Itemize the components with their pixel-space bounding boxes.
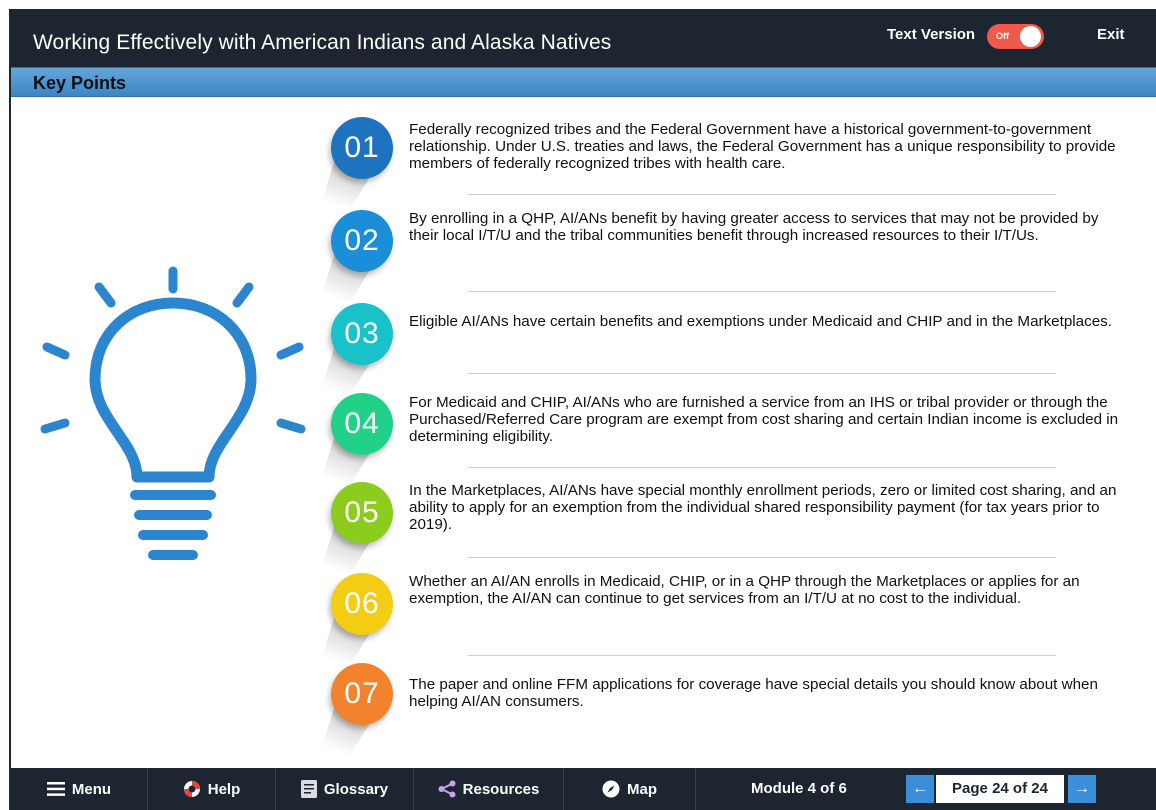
point-number-badge: 07: [331, 663, 393, 725]
point-text: Whether an AI/AN enrolls in Medicaid, CH…: [409, 573, 1080, 607]
divider: [468, 557, 1056, 558]
divider: [468, 194, 1056, 195]
resources-label: Resources: [462, 780, 540, 798]
help-button[interactable]: Help: [148, 768, 276, 810]
point-number-badge: 01: [331, 117, 393, 179]
map-button[interactable]: Map: [564, 768, 696, 810]
point-text: The paper and online FFM applications fo…: [409, 676, 1098, 710]
help-label: Help: [207, 780, 241, 798]
point-text: For Medicaid and CHIP, AI/ANs who are fu…: [409, 394, 1119, 445]
share-icon: [438, 780, 456, 798]
point-number-badge: 04: [331, 393, 393, 455]
footer-nav: Menu Help Glossary Resources Map Module …: [11, 768, 1156, 810]
next-page-button[interactable]: →: [1068, 775, 1096, 803]
point-text: In the Marketplaces, AI/ANs have special…: [409, 482, 1117, 533]
course-title: Working Effectively with American Indian…: [33, 31, 612, 54]
resources-button[interactable]: Resources: [414, 768, 564, 810]
divider: [468, 467, 1056, 468]
text-version-label: Text Version: [887, 26, 976, 43]
lifebuoy-icon: [183, 780, 201, 798]
glossary-label: Glossary: [323, 780, 389, 798]
point-number-badge: 03: [331, 303, 393, 365]
hamburger-icon: [46, 782, 65, 796]
point-number-badge: 02: [331, 210, 393, 272]
text-version-toggle[interactable]: Off: [987, 24, 1044, 49]
course-frame: Working Effectively with American Indian…: [9, 9, 1156, 810]
toggle-knob: [1020, 26, 1041, 47]
header-bar: Working Effectively with American Indian…: [11, 11, 1156, 67]
glossary-button[interactable]: Glossary: [276, 768, 414, 810]
toggle-state-label: Off: [996, 31, 1009, 41]
compass-icon: [602, 780, 620, 798]
lightbulb-icon: [25, 251, 315, 596]
section-bar: Key Points: [11, 67, 1156, 97]
point-text: Federally recognized tribes and the Fede…: [409, 121, 1116, 172]
module-indicator: Module 4 of 6: [751, 780, 847, 797]
point-text: By enrolling in a QHP, AI/ANs benefit by…: [409, 210, 1099, 244]
divider: [468, 291, 1056, 292]
map-label: Map: [627, 780, 657, 798]
menu-label: Menu: [71, 780, 112, 798]
divider: [468, 373, 1056, 374]
point-number-badge: 05: [331, 482, 393, 544]
divider: [468, 655, 1056, 656]
point-text: Eligible AI/ANs have certain benefits an…: [409, 313, 1112, 330]
previous-page-button[interactable]: ←: [906, 775, 934, 803]
book-icon: [300, 780, 317, 798]
menu-button[interactable]: Menu: [11, 768, 148, 810]
page-indicator: Page 24 of 24: [936, 775, 1064, 803]
exit-button[interactable]: Exit: [1097, 26, 1125, 43]
section-title: Key Points: [33, 73, 127, 93]
point-number-badge: 06: [331, 573, 393, 635]
